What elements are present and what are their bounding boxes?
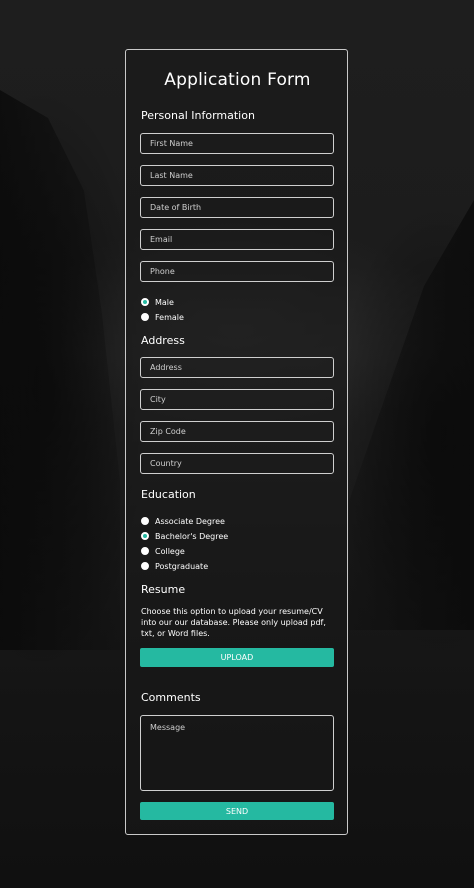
gender-label-male: Male <box>155 297 174 307</box>
education-label-college: College <box>155 546 185 556</box>
application-form: Application Form Personal Information Ma… <box>125 49 348 835</box>
resume-heading: Resume <box>141 583 186 596</box>
education-heading: Education <box>141 488 196 501</box>
first-name-field[interactable] <box>140 133 334 154</box>
upload-button[interactable]: UPLOAD <box>140 648 334 667</box>
zip-code-field[interactable] <box>140 421 334 442</box>
address-heading: Address <box>141 334 185 347</box>
education-option-college[interactable]: College <box>141 545 185 557</box>
radio-button-checked[interactable] <box>141 532 149 540</box>
education-label-postgraduate: Postgraduate <box>155 561 209 571</box>
personal-information-heading: Personal Information <box>141 109 255 122</box>
address-field[interactable] <box>140 357 334 378</box>
education-option-associate[interactable]: Associate Degree <box>141 515 225 527</box>
form-title: Application Form <box>164 70 311 90</box>
country-field[interactable] <box>140 453 334 474</box>
comments-heading: Comments <box>141 691 201 704</box>
email-field[interactable] <box>140 229 334 250</box>
radio-button[interactable] <box>141 517 149 525</box>
radio-button-checked[interactable] <box>141 298 149 306</box>
resume-description: Choose this option to upload your resume… <box>141 607 326 638</box>
radio-button[interactable] <box>141 562 149 570</box>
gender-option-female[interactable]: Female <box>141 311 184 323</box>
last-name-field[interactable] <box>140 165 334 186</box>
radio-button[interactable] <box>141 313 149 321</box>
gender-label-female: Female <box>155 312 184 322</box>
city-field[interactable] <box>140 389 334 410</box>
phone-field[interactable] <box>140 261 334 282</box>
gender-option-male[interactable]: Male <box>141 296 174 308</box>
date-of-birth-field[interactable] <box>140 197 334 218</box>
education-label-associate: Associate Degree <box>155 516 225 526</box>
radio-button[interactable] <box>141 547 149 555</box>
education-option-bachelors[interactable]: Bachelor's Degree <box>141 530 228 542</box>
education-option-postgraduate[interactable]: Postgraduate <box>141 560 208 572</box>
send-button[interactable]: SEND <box>140 802 334 820</box>
education-label-bachelors: Bachelor's Degree <box>155 531 229 541</box>
message-field[interactable] <box>140 715 334 791</box>
